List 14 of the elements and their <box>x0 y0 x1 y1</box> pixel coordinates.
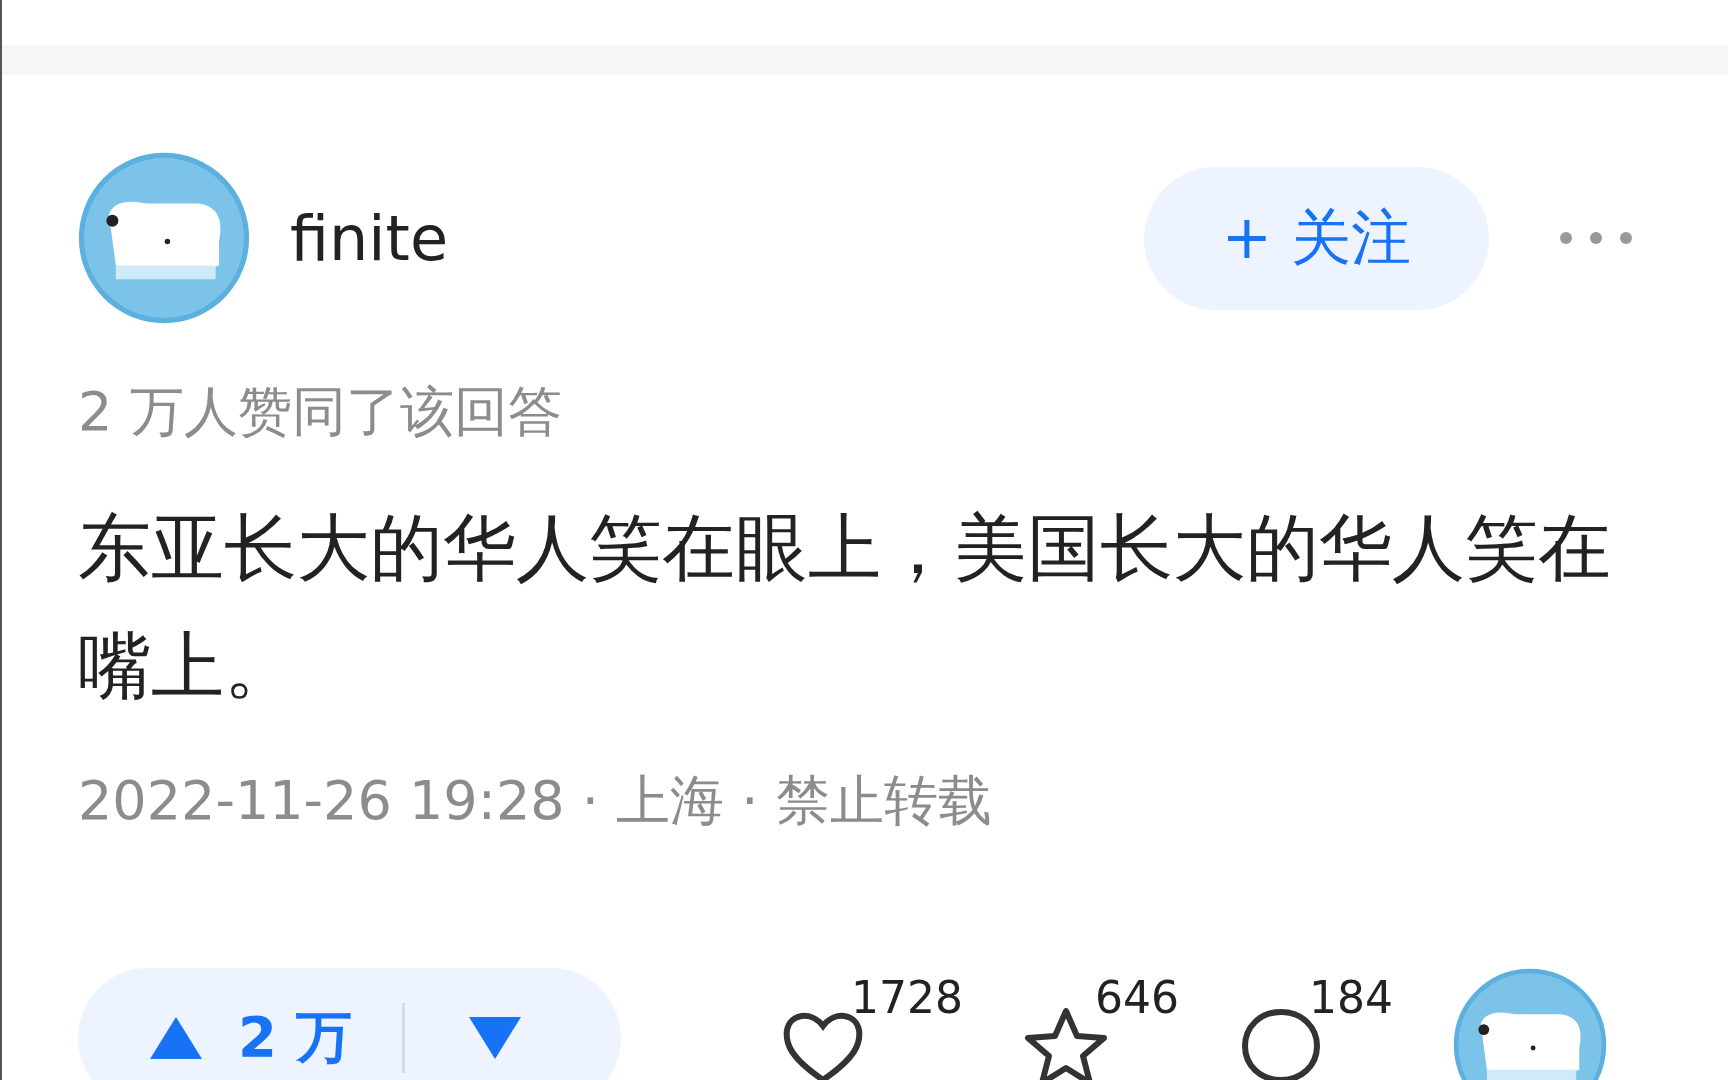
avatar[interactable] <box>1452 968 1607 1080</box>
author-name[interactable]: finite <box>290 201 1144 275</box>
up-triangle-icon <box>148 1015 204 1061</box>
answer-text: 东亚长大的华人笑在眼上，美国长大的华人笑在嘴上。 <box>78 504 1612 710</box>
upvote-button[interactable]: 2 万 <box>78 1000 353 1076</box>
action-count: 646 <box>1095 972 1179 1023</box>
approval-count: 2 万人赞同了该回答 <box>78 379 563 445</box>
follow-button[interactable]: + 关注 <box>1144 166 1489 310</box>
avatar[interactable] <box>78 152 250 324</box>
action-count: 184 <box>1308 972 1393 1023</box>
action-count: 1728 <box>851 972 963 1023</box>
more-icon[interactable] <box>1559 231 1633 245</box>
down-triangle-icon <box>467 1015 524 1061</box>
answer-meta: 2022-11-26 19:28 · 上海 · 禁止转载 <box>78 768 993 834</box>
